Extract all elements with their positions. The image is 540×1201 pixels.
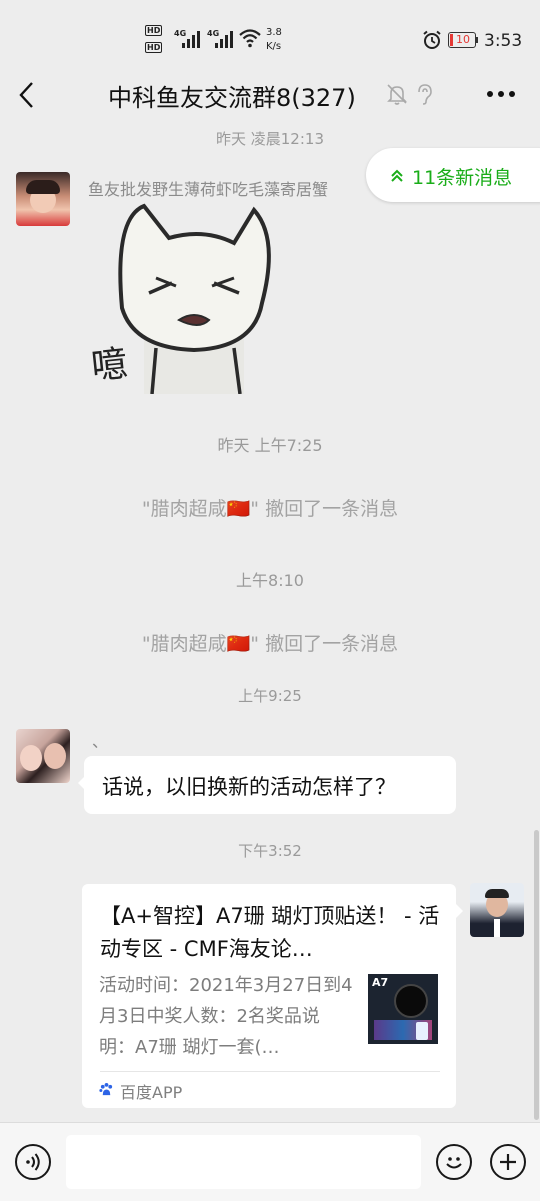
divider — [100, 1071, 440, 1072]
emoji-button[interactable] — [436, 1144, 472, 1180]
network-speed-unit: K/s — [266, 41, 282, 52]
new-messages-label: 11条新消息 — [412, 167, 513, 189]
timestamp: 昨天 上午7:25 — [217, 436, 323, 455]
timestamp: 上午9:25 — [238, 687, 302, 705]
battery-level: 10 — [456, 33, 470, 46]
avatar[interactable] — [470, 883, 524, 937]
more-icon[interactable] — [486, 90, 516, 98]
avatar[interactable] — [16, 729, 70, 783]
avatar[interactable] — [16, 172, 70, 226]
link-card-description: 活动时间：2021年3月27日到4月3日中奖人数：2名奖品说明：A7珊 瑚灯一套… — [99, 975, 353, 1058]
double-chevron-up-icon — [391, 169, 403, 182]
voice-button[interactable] — [15, 1144, 51, 1180]
sticker-caption: 噫 — [89, 343, 130, 388]
network-speed: 3.8 — [266, 27, 282, 38]
plus-button[interactable] — [490, 1144, 526, 1180]
battery-icon: 10 — [448, 32, 478, 48]
clock: 3:53 — [484, 31, 523, 51]
bell-off-icon — [387, 84, 407, 105]
link-card-thumbnail: A7 — [368, 974, 438, 1044]
thumb-label: A7 — [372, 976, 389, 989]
message-input[interactable] — [66, 1135, 421, 1189]
chevron-left-icon[interactable] — [16, 80, 38, 110]
signal-icon — [182, 31, 200, 48]
ear-icon — [418, 84, 432, 105]
emoji-icon — [446, 1157, 462, 1169]
baidu-paw-icon — [99, 1082, 113, 1096]
alarm-icon — [423, 30, 441, 49]
plus-icon — [500, 1154, 516, 1170]
status-bar: HD HD 4G 4G 3.8 K/s 10 3:53 — [0, 0, 540, 72]
page-title: 中科鱼友交流群8(327) — [108, 84, 356, 112]
wifi-icon — [239, 29, 261, 48]
sender-name: 、 — [92, 732, 109, 751]
recall-notice: "腊肉超咸🇨🇳" 撤回了一条消息 — [141, 498, 399, 520]
signal-icon — [215, 31, 233, 48]
scrollbar[interactable] — [534, 830, 539, 1120]
sender-name: 鱼友批发野生薄荷虾吃毛藻寄居蟹 — [88, 180, 329, 199]
timestamp: 昨天 凌晨12:13 — [216, 130, 324, 148]
timestamp: 下午3:52 — [238, 842, 302, 860]
voice-icon — [26, 1153, 40, 1171]
timestamp: 上午8:10 — [236, 571, 304, 590]
hd-badge: HD — [145, 42, 163, 53]
hd-badge: HD — [145, 25, 163, 36]
recall-notice: "腊肉超咸🇨🇳" 撤回了一条消息 — [141, 633, 399, 655]
link-card-title: 【A+智控】A7珊 瑚灯顶贴送！ - 活动专区 - CMF海友论… — [100, 904, 440, 961]
message-text: 话说，以旧换新的活动怎样了？ — [102, 775, 396, 799]
link-card-source: 百度APP — [120, 1083, 183, 1102]
